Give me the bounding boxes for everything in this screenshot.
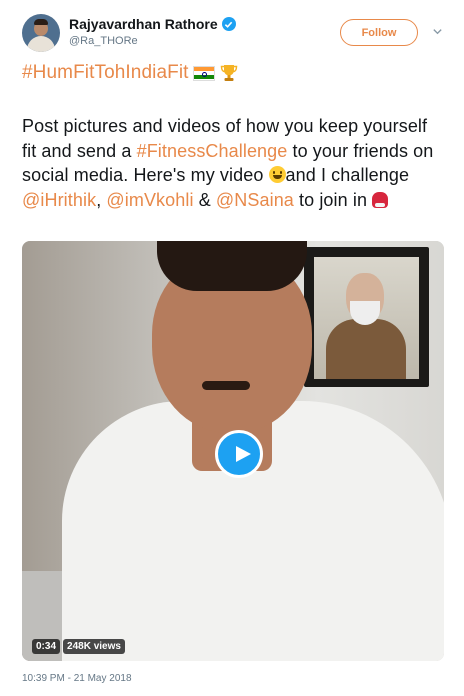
hashtag-humfit[interactable]: #HumFitTohIndiaFit: [22, 62, 189, 84]
chevron-down-icon[interactable]: [432, 26, 443, 37]
video-player[interactable]: 0:34 248K views: [22, 241, 444, 661]
author-name-row[interactable]: Rajyavardhan Rathore: [69, 16, 236, 32]
play-icon[interactable]: [215, 430, 263, 478]
mention-ihrithik[interactable]: @iHrithik: [22, 190, 96, 210]
framed-photo: [314, 257, 419, 379]
trophy-icon: [220, 65, 237, 81]
avatar[interactable]: [22, 14, 60, 52]
view-count: 248K views: [63, 639, 125, 654]
tweet-text: Post pictures and videos of how you keep…: [22, 116, 434, 210]
video-badges: 0:34 248K views: [32, 639, 125, 654]
author-name[interactable]: Rajyavardhan Rathore: [69, 16, 218, 32]
verified-icon: [221, 17, 236, 31]
boxing-glove-icon: [372, 191, 389, 208]
hashtag-fitness-challenge[interactable]: #FitnessChallenge: [137, 141, 288, 161]
video-duration: 0:34: [32, 639, 61, 654]
mention-imvkohli[interactable]: @imVkohli: [106, 190, 193, 210]
india-flag-icon: [192, 65, 215, 81]
mention-nsaina[interactable]: @NSaina: [216, 190, 294, 210]
hashtag-line: #HumFitTohIndiaFit: [22, 62, 239, 84]
follow-button[interactable]: Follow: [340, 19, 418, 46]
grinning-face-icon: [268, 166, 286, 183]
tweet-timestamp[interactable]: 10:39 PM - 21 May 2018: [22, 673, 132, 684]
author-handle[interactable]: @Ra_THORe: [69, 35, 138, 47]
